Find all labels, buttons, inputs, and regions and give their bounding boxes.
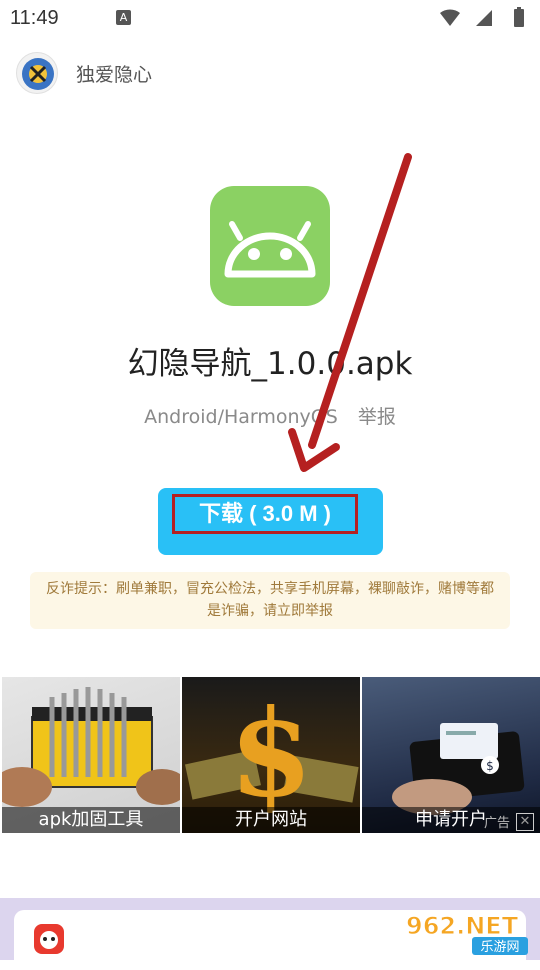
watermark-top: 962.NET — [406, 912, 519, 940]
site-watermark: 962.NET 乐游网 — [402, 910, 532, 956]
platform-label: Android/HarmonyOS — [144, 406, 338, 428]
status-icons — [440, 6, 530, 30]
watermark-bottom: 乐游网 — [480, 940, 519, 955]
ad-label: 广告 — [483, 816, 510, 831]
app-file-name: 幻隐导航_1.0.0.apk — [127, 346, 413, 382]
ad-close-icon[interactable]: ✕ — [516, 813, 534, 831]
banner-apply-account[interactable]: $ 申请开户 广告 ✕ — [362, 677, 540, 833]
banner-open-account-site[interactable]: $ 开户网站 — [182, 677, 360, 833]
download-label: 下载 ( 3.0 M ) — [172, 494, 358, 534]
owner-avatar[interactable] — [16, 52, 58, 94]
svg-text:$: $ — [229, 683, 313, 824]
banner-apk-tool[interactable]: apk加固工具 — [2, 677, 180, 833]
banner-caption: 申请开户 — [362, 807, 540, 833]
status-time: 11:49 — [10, 7, 59, 29]
owner-header[interactable]: 独爱隐心 — [0, 48, 540, 96]
battery-icon — [514, 7, 524, 27]
wifi-icon — [440, 9, 460, 26]
banner-caption: 开户网站 — [182, 807, 360, 833]
owner-name[interactable]: 独爱隐心 — [76, 60, 152, 87]
ad-banners: apk加固工具 $ 开户网站 $ 申请开户 广告 ✕ — [0, 677, 540, 833]
anti-fraud-notice: 反诈提示：刷单兼职，冒充公检法，共享手机屏幕，裸聊敲诈，赌博等都是诈骗，请立即举… — [30, 572, 510, 629]
signal-icon — [476, 10, 492, 26]
status-bar: 11:49 A — [0, 0, 540, 36]
svg-text:$: $ — [486, 759, 494, 773]
app-icon — [210, 186, 330, 306]
android-icon — [224, 221, 316, 278]
mascot-icon — [34, 924, 64, 954]
download-button[interactable]: 下载 ( 3.0 M ) — [158, 488, 383, 555]
banner-caption: apk加固工具 — [2, 807, 180, 833]
report-link[interactable]: 举报 — [358, 406, 396, 428]
notification-icon: A — [116, 10, 131, 25]
platform-row: Android/HarmonyOS 举报 — [0, 402, 540, 429]
